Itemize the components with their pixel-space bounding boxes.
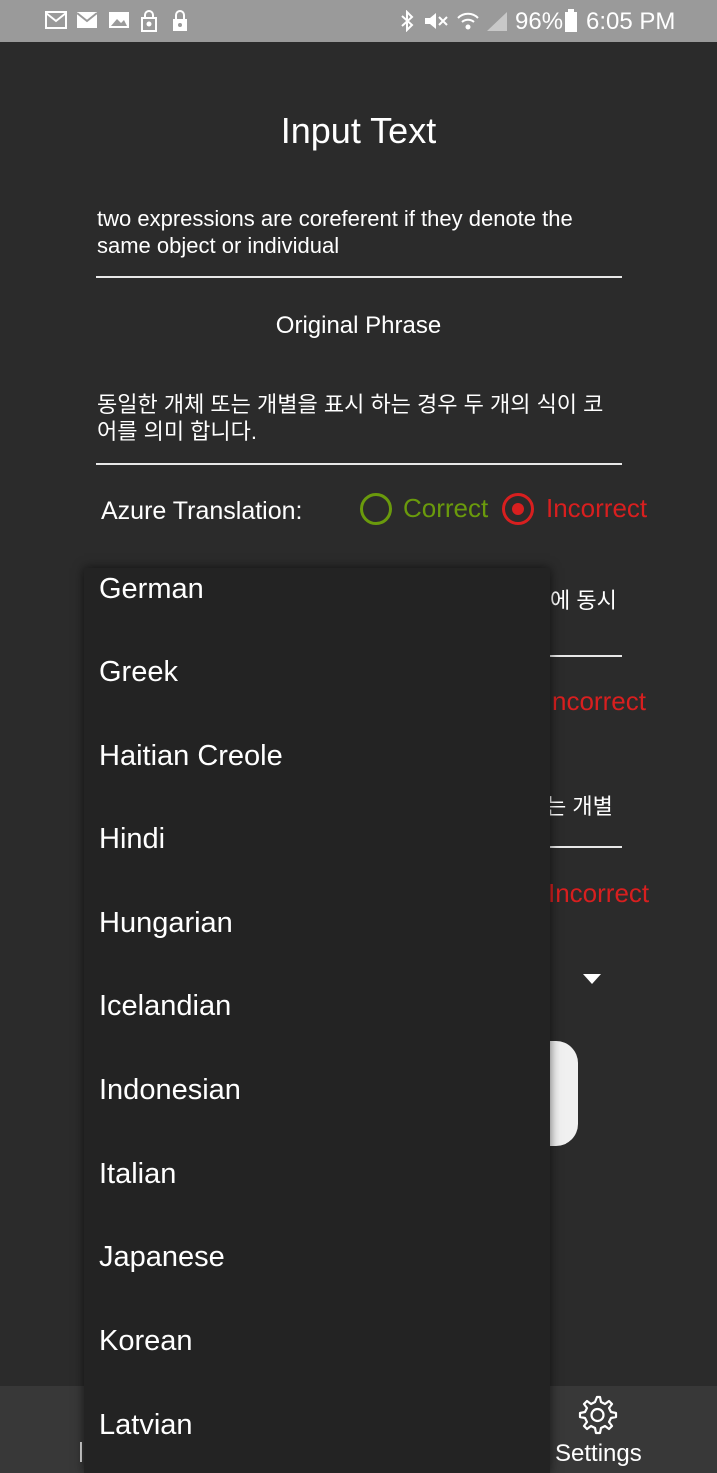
dropdown-arrow-icon[interactable]	[583, 974, 601, 985]
radio-correct-circle[interactable]	[360, 493, 392, 525]
azure-translation-label: Azure Translation:	[101, 497, 303, 525]
language-option[interactable]: Italian	[99, 1158, 176, 1191]
language-option[interactable]: Japanese	[99, 1241, 225, 1274]
radio-incorrect-label[interactable]: Incorrect	[546, 493, 647, 524]
language-option[interactable]: Hindi	[99, 823, 165, 856]
settings-nav-label[interactable]: Settings	[555, 1440, 642, 1468]
input-text-field[interactable]: two expressions are coreferent if they d…	[97, 205, 622, 259]
input-underline	[96, 276, 622, 278]
language-option[interactable]: Indonesian	[99, 1074, 241, 1107]
language-option[interactable]: Korean	[99, 1325, 193, 1358]
language-dropdown-popup: German Greek Haitian Creole Hindi Hungar…	[84, 568, 550, 1473]
email-icon	[76, 12, 98, 28]
background-underline	[550, 655, 622, 657]
radio-selected-dot	[512, 503, 524, 515]
battery-percent: 96%	[515, 8, 564, 35]
language-option[interactable]: Icelandian	[99, 990, 231, 1023]
background-underline	[550, 846, 622, 848]
mail-icon	[45, 11, 67, 29]
image-icon	[109, 12, 129, 28]
language-option[interactable]: Latvian	[99, 1409, 193, 1442]
radio-correct-label[interactable]: Correct	[403, 493, 488, 524]
lock-icon	[173, 10, 187, 31]
translation-underline	[96, 463, 622, 465]
battery-icon	[565, 9, 577, 32]
signal-icon	[487, 12, 507, 31]
language-option[interactable]: Haitian Creole	[99, 740, 283, 773]
page-title: Input Text	[280, 110, 437, 151]
background-incorrect-fragment: ncorrect	[552, 686, 646, 716]
language-option[interactable]: Greek	[99, 656, 178, 689]
background-incorrect-fragment: Incorrect	[548, 878, 650, 908]
lock-settings-icon	[141, 10, 157, 32]
background-text-fragment: 에 동시	[550, 588, 617, 613]
status-bar: 96% 6:05 PM	[0, 0, 717, 42]
language-option[interactable]: German	[99, 573, 204, 606]
radio-incorrect-circle[interactable]	[502, 493, 534, 525]
clock: 6:05 PM	[586, 8, 676, 35]
language-option[interactable]: Hungarian	[99, 907, 233, 940]
korean-translation-text: 동일한 개체 또는 개별을 표시 하는 경우 두 개의 식이 코어를 의미 합니…	[97, 392, 604, 444]
background-text-fragment: 는 개별	[546, 794, 613, 819]
bluetooth-icon	[401, 10, 414, 32]
gear-icon[interactable]	[575, 1393, 619, 1437]
mute-icon	[425, 13, 448, 29]
nav-item-fragment[interactable]	[80, 1442, 82, 1462]
original-phrase-heading: Original Phrase	[275, 312, 442, 339]
wifi-icon	[457, 12, 479, 30]
